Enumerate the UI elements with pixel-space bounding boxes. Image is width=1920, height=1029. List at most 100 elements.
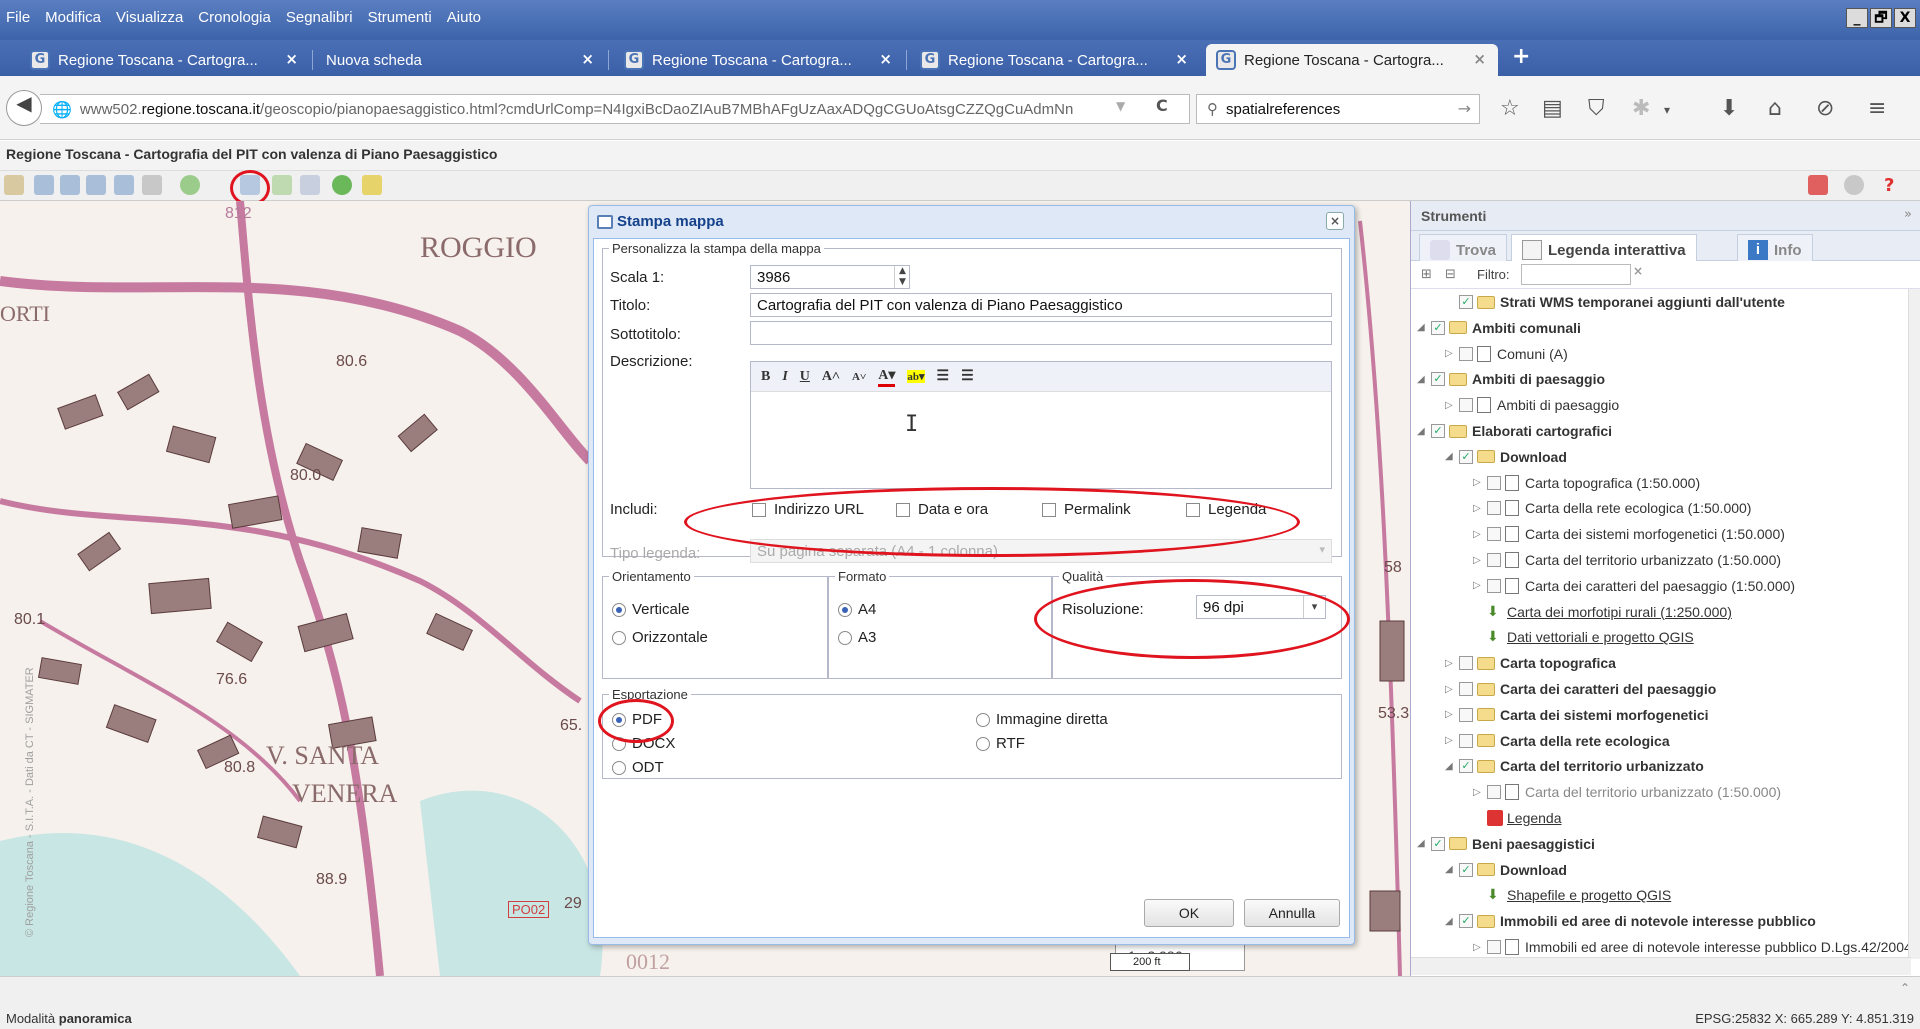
- tree-node[interactable]: ▷ Carta dei sistemi morfogenetici: [1445, 704, 1709, 726]
- browser-tab[interactable]: G Regione Toscana - Cartogra... ×: [614, 44, 904, 76]
- browser-tab[interactable]: G Regione Toscana - Cartogra... ×: [20, 44, 310, 76]
- layer-checkbox[interactable]: ✓: [1459, 914, 1473, 929]
- search-go-icon[interactable]: →: [1458, 99, 1471, 118]
- expand-all-icon[interactable]: ⊞: [1421, 267, 1432, 282]
- cancel-button[interactable]: Annulla: [1244, 899, 1340, 927]
- underline-icon[interactable]: U: [800, 369, 810, 385]
- tree-node[interactable]: ◢ ✓ Download: [1445, 859, 1567, 881]
- tree-node[interactable]: Legenda: [1473, 807, 1562, 829]
- title-input[interactable]: Cartografia del PIT con valenza di Piano…: [750, 293, 1332, 317]
- layer-checkbox[interactable]: ✓: [1459, 295, 1473, 309]
- expand-arrow-icon[interactable]: ▷: [1445, 658, 1459, 669]
- expand-arrow-icon[interactable]: ◢: [1445, 916, 1459, 927]
- layer-checkbox[interactable]: ✓: [1459, 449, 1473, 464]
- layer-checkbox[interactable]: [1487, 553, 1501, 567]
- pocket-icon[interactable]: ⛉: [1588, 96, 1605, 121]
- site-info-icon[interactable]: 🌐: [52, 100, 72, 119]
- italic-icon[interactable]: I: [782, 369, 787, 385]
- layer-checkbox[interactable]: [1459, 733, 1473, 748]
- expand-arrow-icon[interactable]: ▷: [1445, 709, 1459, 720]
- layer-checkbox[interactable]: ✓: [1431, 836, 1445, 851]
- home-icon[interactable]: ⌂: [1768, 96, 1782, 121]
- tab-close-icon[interactable]: ×: [879, 50, 892, 68]
- dialog-close-button[interactable]: ×: [1326, 212, 1344, 230]
- expand-arrow-icon[interactable]: ▷: [1473, 477, 1487, 488]
- layer-checkbox[interactable]: [1487, 475, 1501, 490]
- expand-arrow-icon[interactable]: ◢: [1417, 374, 1431, 385]
- layer-checkbox[interactable]: [1459, 656, 1473, 671]
- tree-node[interactable]: ◢ ✓ Carta del territorio urbanizzato: [1445, 755, 1704, 777]
- export-image-radio[interactable]: Immagine diretta: [976, 711, 1108, 728]
- tree-node[interactable]: ▷ Carta del territorio urbanizzato (1:50.…: [1473, 549, 1781, 571]
- minimize-button[interactable]: _: [1846, 8, 1868, 28]
- expand-arrow-icon[interactable]: ▷: [1445, 400, 1459, 411]
- export-rtf-radio[interactable]: RTF: [976, 735, 1025, 752]
- zoom-box-icon[interactable]: [86, 175, 106, 195]
- description-editor[interactable]: B I U A˄ A˅ A▾ ab▾ ☰ ☰ I: [750, 361, 1332, 489]
- expand-arrow-icon[interactable]: ◢: [1417, 322, 1431, 333]
- tree-node[interactable]: ◢ ✓ Beni paesaggistici: [1417, 833, 1595, 855]
- expand-arrow-icon[interactable]: ▷: [1445, 684, 1459, 695]
- expand-arrow-icon[interactable]: ▷: [1445, 348, 1459, 359]
- browser-tab-active[interactable]: G Regione Toscana - Cartogra... ×: [1206, 44, 1498, 76]
- tree-node-label[interactable]: Legenda: [1507, 810, 1562, 826]
- tree-node[interactable]: ▷ Immobili ed aree di notevole interesse …: [1473, 936, 1911, 958]
- tab-close-icon[interactable]: ×: [1175, 50, 1188, 68]
- expand-arrow-icon[interactable]: ▷: [1445, 735, 1459, 746]
- collapse-panel-icon[interactable]: »: [1904, 207, 1912, 222]
- ok-button[interactable]: OK: [1144, 899, 1234, 927]
- tree-node[interactable]: ⬇ Carta dei morfotipi rurali (1:250.000): [1473, 601, 1732, 623]
- browser-tab[interactable]: G Regione Toscana - Cartogra... ×: [910, 44, 1200, 76]
- reading-list-icon[interactable]: ▤: [1542, 96, 1563, 121]
- tree-node[interactable]: ⬇ Shapefile e progetto QGIS: [1473, 884, 1671, 906]
- tab-close-icon[interactable]: ×: [285, 50, 298, 68]
- pan-icon[interactable]: [4, 175, 24, 195]
- layer-checkbox[interactable]: [1487, 578, 1501, 593]
- url-bar[interactable]: 🌐 www502. regione.toscana.it/geoscopio/pi…: [40, 94, 1190, 124]
- expand-arrow-icon[interactable]: ▷: [1473, 503, 1487, 514]
- collapse-all-icon[interactable]: ⊟: [1445, 267, 1456, 282]
- tree-node[interactable]: ▷ Ambiti di paesaggio: [1445, 394, 1619, 416]
- tree-node[interactable]: ◢ ✓ Ambiti comunali: [1417, 317, 1581, 339]
- new-tab-button[interactable]: +: [1512, 44, 1530, 69]
- globe-icon[interactable]: [332, 175, 352, 195]
- bookmark-star-icon[interactable]: ☆: [1500, 96, 1520, 121]
- chevron-up-icon[interactable]: ⌃: [1900, 981, 1910, 995]
- radio-dot[interactable]: [838, 630, 852, 645]
- tab-legenda-interattiva[interactable]: Legenda interattiva: [1511, 234, 1697, 261]
- addon-dropdown-icon[interactable]: ▾: [1664, 103, 1670, 117]
- expand-arrow-icon[interactable]: ◢: [1445, 761, 1459, 772]
- menu-strumenti[interactable]: Strumenti: [362, 0, 441, 26]
- menu-file[interactable]: File: [0, 0, 39, 26]
- font-color-icon[interactable]: A▾: [878, 367, 896, 387]
- ordered-list-icon[interactable]: ☰: [937, 368, 950, 385]
- hamburger-menu-icon[interactable]: ≡: [1868, 96, 1886, 121]
- tree-node[interactable]: ▷ Carta della rete ecologica (1:50.000): [1473, 497, 1751, 519]
- layer-checkbox[interactable]: [1459, 707, 1473, 722]
- expand-arrow-icon[interactable]: ◢: [1417, 426, 1431, 437]
- radio-dot[interactable]: [838, 602, 852, 617]
- reload-icon[interactable]: C: [1156, 96, 1168, 115]
- expand-arrow-icon[interactable]: ▷: [1473, 529, 1487, 540]
- tree-node[interactable]: ◢ ✓ Ambiti di paesaggio: [1417, 368, 1605, 390]
- radio-dot[interactable]: [612, 630, 626, 645]
- measure-icon[interactable]: [142, 175, 162, 195]
- increase-font-icon[interactable]: A˄: [822, 369, 840, 385]
- previous-view-icon[interactable]: [180, 175, 200, 195]
- tree-node[interactable]: ▷ Carta del territorio urbanizzato (1:50.…: [1473, 781, 1781, 803]
- back-button[interactable]: ◀: [6, 90, 42, 126]
- tab-close-icon[interactable]: ×: [581, 50, 594, 68]
- tree-scrollbar[interactable]: [1908, 289, 1920, 959]
- export-odt-radio[interactable]: ODT: [612, 759, 664, 776]
- layer-checkbox[interactable]: ✓: [1459, 759, 1473, 774]
- zoom-in-icon[interactable]: [34, 175, 54, 195]
- edit-icon[interactable]: [362, 175, 382, 195]
- radio-dot[interactable]: [612, 602, 626, 617]
- layer-checkbox[interactable]: [1459, 398, 1473, 413]
- scale-input[interactable]: 3986: [750, 265, 910, 289]
- gear-icon[interactable]: [1844, 175, 1864, 195]
- expand-arrow-icon[interactable]: ▷: [1473, 942, 1487, 953]
- layer-checkbox[interactable]: [1459, 682, 1473, 696]
- expand-arrow-icon[interactable]: ▷: [1473, 555, 1487, 566]
- layer-checkbox[interactable]: ✓: [1431, 320, 1445, 335]
